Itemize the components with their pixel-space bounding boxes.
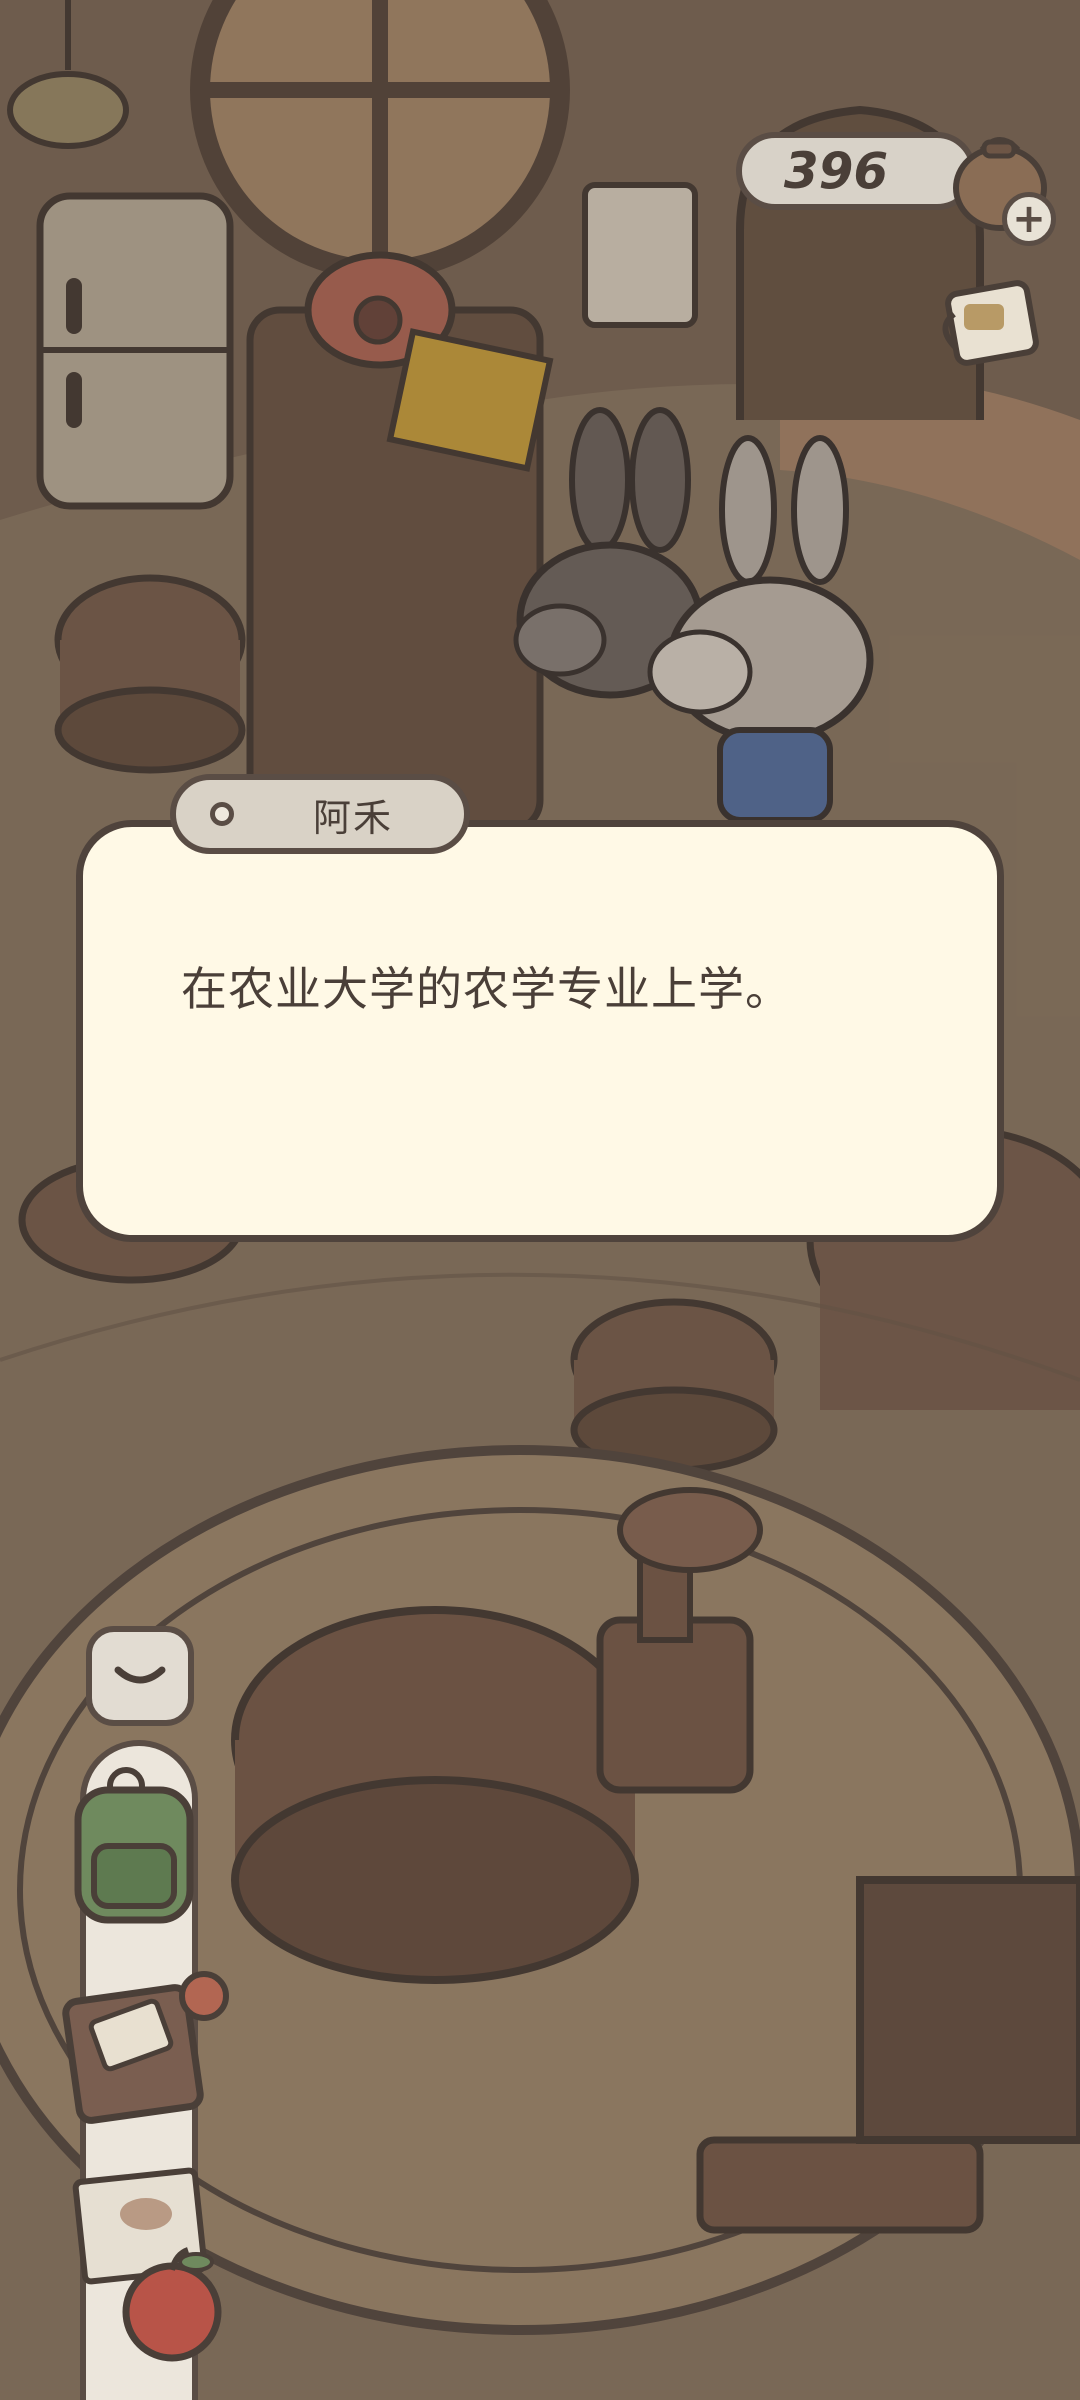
coin-value: 396 bbox=[783, 142, 889, 200]
dialog-box[interactable]: 在农业大学的农学专业上学。 bbox=[76, 820, 1004, 1242]
add-coins-button[interactable]: + bbox=[1002, 192, 1056, 246]
speaker-name: 阿禾 bbox=[312, 795, 393, 840]
name-dot-icon bbox=[210, 802, 234, 826]
backpack-icon[interactable] bbox=[64, 1756, 214, 1936]
chevron-down-icon bbox=[114, 1666, 166, 1684]
collapse-toolbar-button[interactable] bbox=[86, 1626, 194, 1726]
journal-icon[interactable] bbox=[56, 1960, 236, 2140]
coin-counter: 396 bbox=[736, 132, 976, 210]
apple-icon[interactable] bbox=[110, 2240, 240, 2370]
dialog-text: 在农业大学的农学专业上学。 bbox=[181, 962, 792, 1016]
speaker-name-tag: 阿禾 bbox=[170, 774, 470, 854]
coffee-cup-icon[interactable] bbox=[930, 268, 1050, 388]
